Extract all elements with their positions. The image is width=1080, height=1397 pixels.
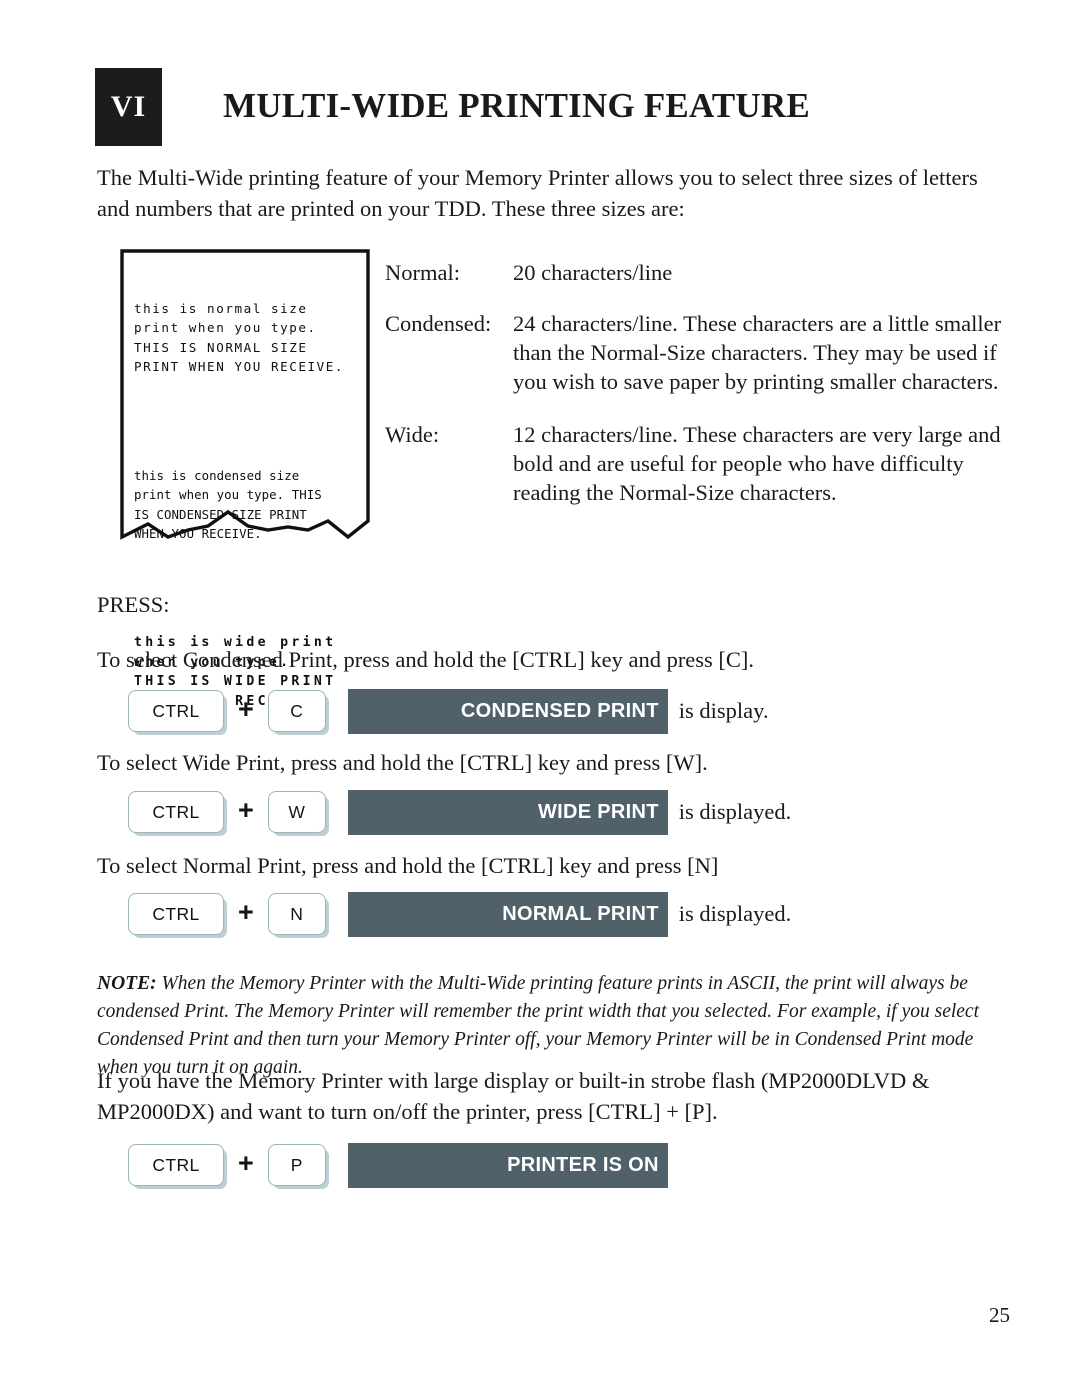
key-ctrl-wide[interactable]: CTRL — [128, 791, 224, 833]
instruction-wide: To select Wide Print, press and hold the… — [97, 750, 708, 775]
printout-sample-illustration: this is normal size print when you type.… — [120, 249, 370, 709]
display-after-condensed: is display. — [678, 698, 769, 723]
chapter-number-badge: VI — [95, 68, 162, 146]
shortcut-row-printer: CTRL + P PRINTER IS ON — [128, 1139, 679, 1191]
instruction-normal: To select Normal Print, press and hold t… — [97, 853, 719, 878]
size-row-normal: Normal: 20 characters/line — [385, 258, 1005, 287]
page-number: 25 — [989, 1303, 1010, 1327]
plus-icon-condensed: + — [238, 693, 254, 724]
plus-icon-normal: + — [238, 896, 254, 927]
press-label: PRESS: — [97, 592, 170, 617]
size-label-condensed: Condensed: — [385, 311, 492, 336]
shortcut-row-wide: CTRL + W WIDE PRINT is displayed. — [128, 786, 791, 838]
key-ctrl-condensed[interactable]: CTRL — [128, 690, 224, 732]
page-title: MULTI-WIDE PRINTING FEATURE — [223, 86, 810, 125]
key-c[interactable]: C — [267, 690, 326, 732]
size-row-condensed: Condensed: 24 characters/line. These cha… — [385, 309, 1005, 396]
intro-paragraph: The Multi-Wide printing feature of your … — [97, 165, 978, 221]
display-bar-condensed: CONDENSED PRINT — [347, 688, 668, 734]
printout-text-content: this is normal size print when you type.… — [134, 260, 366, 750]
size-description-condensed: 24 characters/line. These characters are… — [513, 311, 1002, 394]
printout-gap-1 — [134, 415, 366, 427]
display-bar-wide: WIDE PRINT — [347, 789, 668, 835]
size-label-wide: Wide: — [385, 422, 440, 447]
instruction-condensed: To select Condensed Print, press and hol… — [97, 647, 755, 672]
key-n[interactable]: N — [267, 893, 326, 935]
key-w[interactable]: W — [267, 791, 326, 833]
note-label: NOTE: — [97, 973, 157, 994]
key-ctrl-normal[interactable]: CTRL — [128, 893, 224, 935]
plus-icon-wide: + — [238, 794, 254, 825]
display-text-normal: NORMAL PRINT — [502, 902, 659, 925]
display-text-printer: PRINTER IS ON — [507, 1153, 659, 1176]
size-label-normal: Normal: — [385, 260, 460, 285]
shortcut-row-condensed: CTRL + C CONDENSED PRINT is display. — [128, 685, 769, 737]
printout-condensed-sample: this is condensed size print when you ty… — [134, 468, 322, 542]
display-bar-printer: PRINTER IS ON — [347, 1142, 668, 1188]
display-after-normal: is displayed. — [678, 901, 792, 926]
chapter-header: VI MULTI-WIDE PRINTING FEATURE — [95, 68, 985, 146]
key-ctrl-printer[interactable]: CTRL — [128, 1144, 224, 1186]
display-after-wide: is displayed. — [678, 799, 792, 824]
closing-paragraph: If you have the Memory Printer with larg… — [97, 1068, 930, 1124]
size-row-wide: Wide: 12 characters/line. These characte… — [385, 420, 1005, 507]
printout-normal-sample: this is normal size print when you type.… — [134, 300, 345, 375]
key-p[interactable]: P — [267, 1144, 326, 1186]
size-description-normal: 20 characters/line — [513, 260, 673, 285]
size-description-wide: 12 characters/line. These characters are… — [513, 422, 1001, 505]
shortcut-row-normal: CTRL + N NORMAL PRINT is displayed. — [128, 888, 791, 940]
display-text-condensed: CONDENSED PRINT — [460, 699, 659, 722]
display-bar-normal: NORMAL PRINT — [347, 891, 668, 937]
display-text-wide: WIDE PRINT — [538, 800, 659, 823]
document-page: VI MULTI-WIDE PRINTING FEATURE The Multi… — [0, 0, 1080, 1397]
note-text: When the Memory Printer with the Multi-W… — [97, 973, 980, 1078]
size-definition-list: Normal: 20 characters/line Condensed: 24… — [385, 258, 1005, 529]
plus-icon-printer: + — [238, 1147, 254, 1178]
